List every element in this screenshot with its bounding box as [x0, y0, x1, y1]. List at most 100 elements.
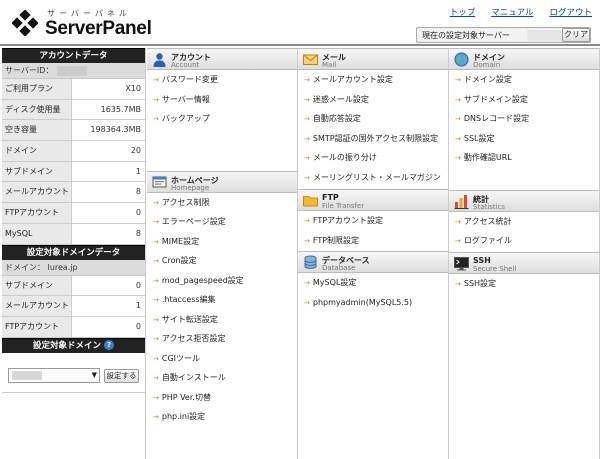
section-database: データベース Database — [298, 251, 448, 273]
menu-item-label: 動作確認URL — [463, 153, 512, 162]
section-subtitle: File Transfer — [322, 202, 365, 210]
menu-item-homepage[interactable]: → .htaccess編集 — [147, 290, 297, 310]
menu-item-label: 自動インストール — [161, 373, 226, 382]
menu-item-mail[interactable]: → 自動応答設定 — [298, 109, 448, 129]
account-data-value: X10 — [125, 84, 141, 93]
clear-button[interactable]: クリア — [562, 28, 590, 42]
menu-item-label: FTPアカウント設定 — [312, 216, 384, 225]
arrow-right-icon: → — [153, 296, 159, 304]
menu-item-ftp[interactable]: → FTP制限設定 — [298, 231, 448, 251]
dropdown-arrow-icon: ▼ — [91, 370, 97, 379]
menu-item-account[interactable]: → パスワード変更 — [147, 70, 297, 90]
domain-select-title: 設定対象ドメイン — [32, 340, 101, 351]
menu-item-homepage[interactable]: → mod_pagespeed設定 — [147, 271, 297, 291]
top-link[interactable]: トップ — [450, 6, 476, 18]
menu-item-homepage[interactable]: → アクセス制限 — [147, 193, 297, 213]
menu-item-mail[interactable]: → SMTP認証の国外アクセス制限設定 — [298, 129, 448, 149]
ftp-menu-list: → FTPアカウント設定 → FTP制限設定 — [298, 211, 448, 250]
domain-select-area: ▼ 設定する — [2, 353, 145, 393]
menu-item-domain[interactable]: → ドメイン設定 — [449, 70, 599, 90]
help-icon[interactable]: ? — [104, 340, 114, 351]
menu-item-label: phpmyadmin(MySQL5.5) — [312, 297, 413, 307]
menu-item-ftp[interactable]: → FTPアカウント設定 — [298, 211, 448, 231]
section-account: アカウント Account — [147, 48, 297, 70]
account-data-row: ディスク使用量 1635.7MB — [2, 99, 145, 121]
domain-data-row: メールアカウント 1 — [2, 296, 145, 317]
menu-item-homepage[interactable]: → アクセス拒否設定 — [147, 329, 297, 349]
database-menu-list: → MySQL設定 → phpmyadmin(MySQL5.5) — [298, 273, 448, 312]
account-data-label: サブドメイン — [2, 161, 72, 182]
domain-data-row: サブドメイン 0 — [2, 275, 145, 297]
menu-item-homepage[interactable]: → PHP Ver.切替 — [147, 388, 297, 408]
section-subtitle: Statistics — [473, 202, 505, 211]
menu-item-label: CGIツール — [161, 353, 201, 363]
section-homepage: ホームページ Homepage — [147, 170, 297, 193]
menu-item-homepage[interactable]: → エラーページ設定 — [147, 212, 297, 232]
menu-item-label: SSH設定 — [463, 278, 497, 288]
account-data-value: 0 — [135, 208, 141, 218]
menu-item-stats[interactable]: → ログファイル — [449, 231, 599, 251]
menu-item-database[interactable]: → phpmyadmin(MySQL5.5) — [298, 293, 448, 313]
menu-item-label: mod_pagespeed設定 — [161, 275, 244, 285]
globe-icon — [454, 52, 469, 67]
menu-item-label: SSL設定 — [463, 133, 495, 143]
menu-item-homepage[interactable]: → MIME設定 — [147, 232, 297, 252]
domain-select-heading: 設定対象ドメイン? — [2, 337, 145, 353]
arrow-right-icon: → — [153, 393, 159, 402]
menu-item-label: PHP Ver.切替 — [161, 392, 211, 402]
menu-item-homepage[interactable]: → php.ini設定 — [147, 407, 297, 427]
arrow-right-icon: → — [153, 198, 159, 207]
folder-icon — [303, 196, 318, 207]
account-data-row: ドメイン 20 — [2, 141, 145, 162]
menu-item-homepage[interactable]: → Cron設定 — [147, 251, 297, 271]
domain-data-table: サブドメイン 0 メールアカウント 1 FTPアカウント 0 — [2, 275, 145, 338]
menu-item-account[interactable]: → サーバー情報 — [147, 90, 297, 110]
menu-item-label: ログファイル — [463, 236, 512, 245]
homepage-icon — [152, 176, 167, 187]
header: サーバーパネル ServerPanel トップ マニュアル ログアウト 現在の設… — [0, 0, 600, 46]
logout-link[interactable]: ログアウト — [549, 6, 592, 18]
menu-column-1: アカウント Account → パスワード変更 → サーバー情報 → バックアップ ホーム… — [147, 48, 298, 459]
domain-data-value: 0 — [135, 321, 141, 331]
menu-item-label: php.ini設定 — [161, 412, 206, 421]
menu-item-domain[interactable]: → DNSレコード設定 — [449, 109, 599, 129]
arrow-right-icon: → — [304, 76, 310, 84]
menu-item-label: アクセス拒否設定 — [161, 334, 226, 343]
arrow-right-icon: → — [455, 154, 461, 162]
menu-item-label: .htaccess編集 — [161, 295, 216, 304]
menu-item-label: サイト転送設定 — [161, 314, 218, 324]
menu-item-homepage[interactable]: → 自動インストール — [147, 368, 297, 388]
serverpanel-logo-icon — [12, 10, 38, 36]
domain-data-heading: 設定対象ドメインデータ — [2, 244, 145, 260]
menu-item-mail[interactable]: → メールの振り分け — [298, 148, 448, 168]
menu-item-homepage[interactable]: → サイト転送設定 — [147, 310, 297, 330]
account-menu-list: → パスワード変更 → サーバー情報 → バックアップ — [147, 70, 297, 129]
section-title: FTP — [322, 193, 339, 202]
manual-link[interactable]: マニュアル — [491, 6, 533, 18]
menu-item-mail[interactable]: → メールアカウント設定 — [298, 70, 448, 90]
domain-select[interactable]: ▼ — [8, 367, 100, 383]
set-domain-button[interactable]: 設定する — [104, 368, 139, 383]
arrow-right-icon: → — [153, 115, 159, 123]
menu-item-label: バックアップ — [161, 114, 210, 123]
menu-item-domain[interactable]: → 動作確認URL — [449, 148, 599, 168]
account-data-label: MySQL — [2, 223, 72, 244]
arrow-right-icon: → — [304, 279, 310, 287]
arrow-right-icon: → — [153, 218, 159, 226]
domain-data-label: サブドメイン — [2, 275, 72, 296]
arrow-right-icon: → — [304, 115, 310, 123]
menu-item-domain[interactable]: → SSL設定 — [449, 129, 599, 149]
menu-item-database[interactable]: → MySQL設定 — [298, 273, 448, 293]
section-ssh: SSH Secure Shell — [449, 251, 599, 274]
menu-item-mail[interactable]: → 迷惑メール設定 — [298, 90, 448, 110]
menu-item-ssh[interactable]: → SSH設定 — [449, 274, 599, 294]
menu-item-mail[interactable]: → メーリングリスト・メールマガジン — [298, 168, 448, 188]
arrow-right-icon: → — [455, 237, 461, 245]
menu-item-domain[interactable]: → サブドメイン設定 — [449, 90, 599, 110]
domain-data-value: 0 — [135, 280, 141, 290]
menu-item-account[interactable]: → バックアップ — [147, 109, 297, 129]
menu-item-homepage[interactable]: → CGIツール — [147, 349, 297, 369]
menu-item-label: Cron設定 — [161, 256, 197, 265]
menu-item-stats[interactable]: → アクセス統計 — [449, 212, 599, 232]
